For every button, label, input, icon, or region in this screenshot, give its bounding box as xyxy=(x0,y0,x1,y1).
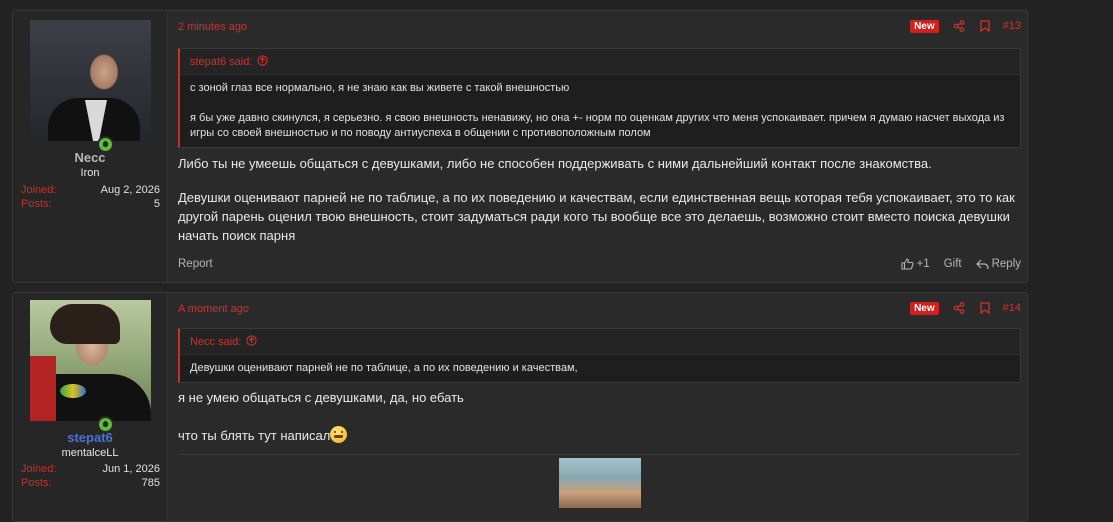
avatar-logo xyxy=(60,384,86,398)
user-title: mentalceLL xyxy=(61,447,119,459)
stat-label: Joined: xyxy=(21,184,57,196)
share-icon[interactable] xyxy=(951,18,967,34)
paragraph-text: что ты блять тут написал xyxy=(178,428,331,443)
bookmark-icon[interactable] xyxy=(977,300,993,316)
attached-image[interactable] xyxy=(559,458,641,508)
stat-value: 785 xyxy=(141,477,160,489)
post-13: Necc Iron Joined: Aug 2, 2026 Posts: 5 2… xyxy=(12,10,1028,283)
quote-arrow-icon[interactable] xyxy=(246,335,258,349)
avatar[interactable] xyxy=(30,20,151,141)
post-body: A moment ago New #14 Necc said: Девушки … xyxy=(178,293,1021,521)
quote-line: Девушки оценивают парней не по таблице, … xyxy=(190,362,578,374)
quote-content: Девушки оценивают парней не по таблице, … xyxy=(180,355,1020,382)
stat-label: Posts: xyxy=(21,477,52,489)
post-body: 2 minutes ago New #13 stepat6 said: с зо… xyxy=(178,11,1021,282)
paragraph: Девушки оценивают парней не по таблице, … xyxy=(178,190,1015,243)
like-icon xyxy=(901,258,914,270)
attachment-divider xyxy=(178,454,1021,455)
username[interactable]: stepat6 xyxy=(13,430,167,445)
new-badge: New xyxy=(910,301,939,315)
stat-joined: Joined: Aug 2, 2026 xyxy=(21,184,160,196)
quote-author[interactable]: stepat6 said: xyxy=(190,56,252,68)
user-title: Iron xyxy=(80,167,100,179)
reply-button[interactable]: Reply xyxy=(975,258,1021,270)
stat-label: Joined: xyxy=(21,463,57,475)
grimace-emoji-icon xyxy=(330,426,348,443)
quote-line: я бы уже давно скинулся, я серьезно. я с… xyxy=(190,112,1005,139)
quote-author[interactable]: Necc said: xyxy=(190,336,241,348)
stat-joined: Joined: Jun 1, 2026 xyxy=(21,463,160,475)
footer-actions: +1 Gift Reply xyxy=(901,258,1021,270)
stat-posts: Posts: 5 xyxy=(21,198,160,210)
quote-block: stepat6 said: с зоной глаз все нормально… xyxy=(178,48,1021,148)
new-badge: New xyxy=(910,19,939,33)
post-time[interactable]: A moment ago xyxy=(178,303,249,315)
stat-value: Aug 2, 2026 xyxy=(100,184,160,196)
paragraph: Либо ты не умеешь общаться с девушками, … xyxy=(178,156,932,171)
post-number[interactable]: #13 xyxy=(1003,20,1021,32)
post-time[interactable]: 2 minutes ago xyxy=(178,21,247,33)
paragraph: я не умею общаться с девушками, да, но е… xyxy=(178,390,464,405)
bookmark-icon[interactable] xyxy=(977,18,993,34)
reply-icon xyxy=(975,259,989,270)
share-icon[interactable] xyxy=(951,300,967,316)
paragraph: что ты блять тут написал xyxy=(178,426,1017,445)
quote-content: с зоной глаз все нормально, я не знаю ка… xyxy=(180,75,1020,147)
post-text: я не умею общаться с девушками, да, но е… xyxy=(178,388,1017,445)
report-link[interactable]: Report xyxy=(178,258,213,270)
quote-header[interactable]: stepat6 said: xyxy=(180,49,1020,75)
user-panel: Necc Iron Joined: Aug 2, 2026 Posts: 5 xyxy=(13,11,168,282)
like-button[interactable]: +1 xyxy=(901,258,930,270)
post-actions: New #13 xyxy=(910,18,1021,34)
post-text: Либо ты не умеешь общаться с девушками, … xyxy=(178,154,1017,245)
stat-posts: Posts: 785 xyxy=(21,477,160,489)
reply-label: Reply xyxy=(991,258,1021,270)
quote-header[interactable]: Necc said: xyxy=(180,329,1020,355)
quote-block: Necc said: Девушки оценивают парней не п… xyxy=(178,328,1021,383)
gift-button[interactable]: Gift xyxy=(944,258,962,270)
avatar[interactable] xyxy=(30,300,151,421)
like-count: +1 xyxy=(916,258,930,270)
avatar-hoodie-trim xyxy=(30,356,56,421)
avatar-hair xyxy=(50,304,120,344)
stat-label: Posts: xyxy=(21,198,52,210)
post-14: stepat6 mentalceLL Joined: Jun 1, 2026 P… xyxy=(12,292,1028,522)
post-number[interactable]: #14 xyxy=(1003,302,1021,314)
stat-value: 5 xyxy=(153,198,160,210)
quote-arrow-icon[interactable] xyxy=(257,55,269,69)
stat-value: Jun 1, 2026 xyxy=(102,463,161,475)
quote-line: с зоной глаз все нормально, я не знаю ка… xyxy=(190,82,570,94)
post-actions: New #14 xyxy=(910,300,1021,316)
username[interactable]: Necc xyxy=(13,150,167,165)
user-panel: stepat6 mentalceLL Joined: Jun 1, 2026 P… xyxy=(13,293,168,521)
